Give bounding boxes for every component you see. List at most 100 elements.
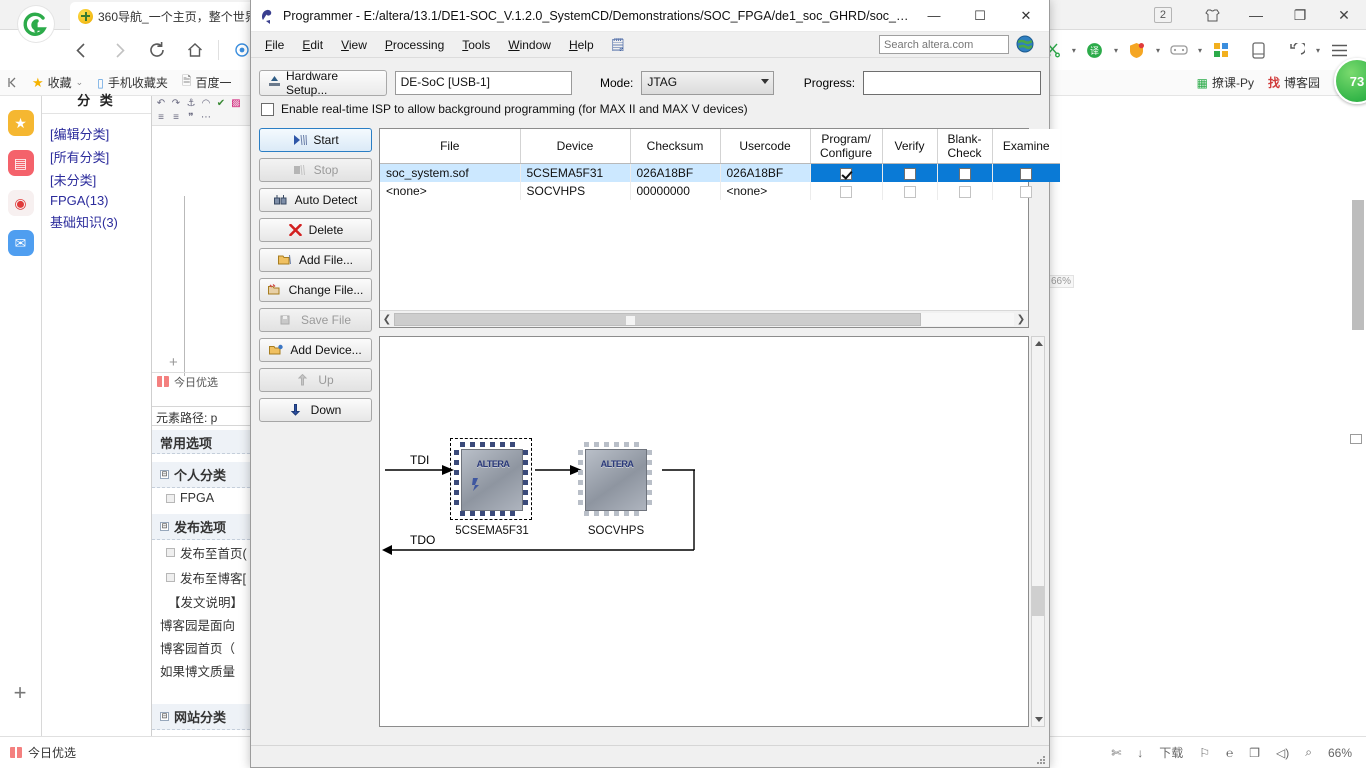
- mode-select[interactable]: JTAG: [641, 71, 774, 95]
- cell-blankcheck-checkbox[interactable]: [937, 163, 993, 182]
- menu-file[interactable]: File: [257, 35, 292, 55]
- col-file[interactable]: File: [380, 129, 521, 164]
- cell-program-checkbox[interactable]: [810, 163, 883, 182]
- cell-blankcheck-checkbox[interactable]: [937, 182, 993, 200]
- checkbox-icon[interactable]: [903, 185, 916, 198]
- cell-examine-checkbox[interactable]: [992, 163, 1060, 182]
- resize-grip[interactable]: [1036, 755, 1046, 765]
- hardware-setup-button[interactable]: Hardware Setup...: [259, 69, 387, 97]
- zoom-level[interactable]: 66%: [1328, 746, 1352, 760]
- mobile-icon[interactable]: [1240, 31, 1278, 69]
- forward-icon[interactable]: [100, 31, 138, 69]
- category-link[interactable]: FPGA(13): [42, 191, 151, 210]
- col-verify[interactable]: Verify: [882, 129, 938, 164]
- anchor-icon[interactable]: ⚓: [184, 97, 198, 110]
- col-checksum[interactable]: Checksum: [630, 129, 721, 164]
- down-button[interactable]: Down: [259, 398, 372, 422]
- maximize-button[interactable]: ❐: [1278, 0, 1322, 30]
- globe-icon[interactable]: [1016, 35, 1035, 54]
- save-file-button[interactable]: Save File: [259, 308, 372, 332]
- option-group-personal[interactable]: ⊟ 个人分类: [152, 462, 250, 488]
- window-icon[interactable]: ❐: [1249, 746, 1260, 760]
- back-icon[interactable]: [62, 31, 100, 69]
- bookmark-liaoke[interactable]: ▦ 撩课-Py: [1191, 72, 1260, 93]
- redo-small-icon[interactable]: ↷: [169, 97, 183, 110]
- rail-add-button[interactable]: +: [0, 680, 40, 706]
- add-file-button[interactable]: Add File...: [259, 248, 372, 272]
- news-icon[interactable]: ▤: [7, 150, 34, 176]
- undo-small-icon[interactable]: ↶: [154, 97, 168, 110]
- status-today-label[interactable]: 今日优选: [28, 744, 76, 761]
- programmer-maximize-button[interactable]: ☐: [957, 0, 1003, 32]
- menu-processing[interactable]: Processing: [377, 35, 452, 55]
- menu-help[interactable]: Help: [561, 35, 602, 55]
- quote-icon[interactable]: ❞: [184, 111, 198, 124]
- bookmark-cnblogs[interactable]: 找 博客园: [1262, 72, 1326, 93]
- option-item-home[interactable]: 发布至首页(: [152, 540, 250, 565]
- search-input[interactable]: Search altera.com: [879, 35, 1009, 54]
- cell-program-checkbox[interactable]: [810, 182, 883, 200]
- scroll-thumb[interactable]: [394, 312, 921, 326]
- col-usercode[interactable]: Usercode: [720, 129, 811, 164]
- realtime-isp-checkbox[interactable]: [261, 102, 274, 116]
- editor-add-icon[interactable]: +: [169, 354, 178, 371]
- col-blank-check[interactable]: Blank- Check: [937, 129, 993, 164]
- menu-window[interactable]: Window: [500, 35, 559, 55]
- checkbox-icon[interactable]: [166, 573, 175, 582]
- category-link[interactable]: 基础知识(3): [42, 210, 151, 233]
- bookmarks-back-icon[interactable]: [2, 72, 24, 94]
- device-1-chip[interactable]: ALTERA: [461, 449, 523, 511]
- programmer-minimize-button[interactable]: —: [911, 0, 957, 32]
- shield-icon[interactable]: [1118, 31, 1156, 69]
- tab-count-badge[interactable]: 2: [1153, 7, 1172, 23]
- table-horizontal-scrollbar[interactable]: ❮ ❯: [380, 310, 1028, 327]
- home-icon[interactable]: [176, 31, 214, 69]
- note-icon[interactable]: 🗒: [610, 37, 627, 53]
- option-group-site[interactable]: ⊟ 网站分类: [152, 704, 250, 730]
- mail-icon[interactable]: ✉: [7, 230, 34, 256]
- col-program-configure[interactable]: Program/ Configure: [810, 129, 883, 164]
- category-link[interactable]: [所有分类]: [42, 145, 151, 168]
- checkbox-icon[interactable]: [840, 185, 852, 198]
- table-row[interactable]: soc_system.sof 5CSEMA5F31 026A18BF 026A1…: [380, 163, 1060, 182]
- option-group-publish[interactable]: ⊟ 发布选项: [152, 514, 250, 540]
- reload-icon[interactable]: [138, 31, 176, 69]
- delete-button[interactable]: Delete: [259, 218, 372, 242]
- zoom-search-icon[interactable]: ⌕: [1305, 745, 1312, 760]
- menu-edit[interactable]: Edit: [294, 35, 331, 55]
- hardware-value-field[interactable]: DE-SoC [USB-1]: [394, 71, 572, 95]
- bookmark-baidu[interactable]: 🗎 百度一: [176, 70, 238, 95]
- page-scrollbar-thumb[interactable]: [1352, 200, 1364, 330]
- browser-tab[interactable]: 360导航_一个主页，整个世界: [70, 2, 265, 30]
- checkbox-icon[interactable]: [166, 493, 175, 503]
- scroll-track[interactable]: [394, 312, 1014, 326]
- favorites-icon[interactable]: ★: [7, 110, 34, 136]
- weibo-icon[interactable]: ◉: [7, 190, 34, 216]
- programmer-close-button[interactable]: ✕: [1003, 0, 1049, 32]
- game-icon[interactable]: [1160, 31, 1198, 69]
- col-device[interactable]: Device: [520, 129, 631, 164]
- cell-verify-checkbox[interactable]: [882, 163, 938, 182]
- apps-icon[interactable]: [1202, 31, 1240, 69]
- browser-mode-icon[interactable]: ℮: [1226, 746, 1233, 760]
- checkbox-icon[interactable]: [958, 167, 971, 180]
- menu-tools[interactable]: Tools: [454, 35, 498, 55]
- scroll-up-icon[interactable]: [1035, 341, 1043, 346]
- checkbox-icon[interactable]: [958, 185, 971, 198]
- menu-view[interactable]: View: [333, 35, 375, 55]
- change-file-button[interactable]: Change File...: [259, 278, 372, 302]
- download-icon[interactable]: ↓: [1137, 746, 1143, 760]
- auto-detect-button[interactable]: Auto Detect: [259, 188, 372, 212]
- sound-icon[interactable]: ◁): [1276, 746, 1289, 760]
- list-icon-2[interactable]: ≡: [169, 111, 183, 124]
- list-icon[interactable]: ≡: [154, 111, 168, 124]
- up-button[interactable]: Up: [259, 368, 372, 392]
- page-mini-icon[interactable]: [1350, 434, 1362, 444]
- translate-icon[interactable]: 译: [1076, 31, 1114, 69]
- checkbox-icon[interactable]: [1020, 185, 1033, 198]
- more-icon[interactable]: ⋯: [199, 111, 213, 124]
- close-button[interactable]: ✕: [1322, 0, 1366, 30]
- checkbox-checked-icon[interactable]: [840, 167, 852, 180]
- minimize-button[interactable]: —: [1234, 0, 1278, 30]
- image-icon[interactable]: ▨: [229, 97, 243, 110]
